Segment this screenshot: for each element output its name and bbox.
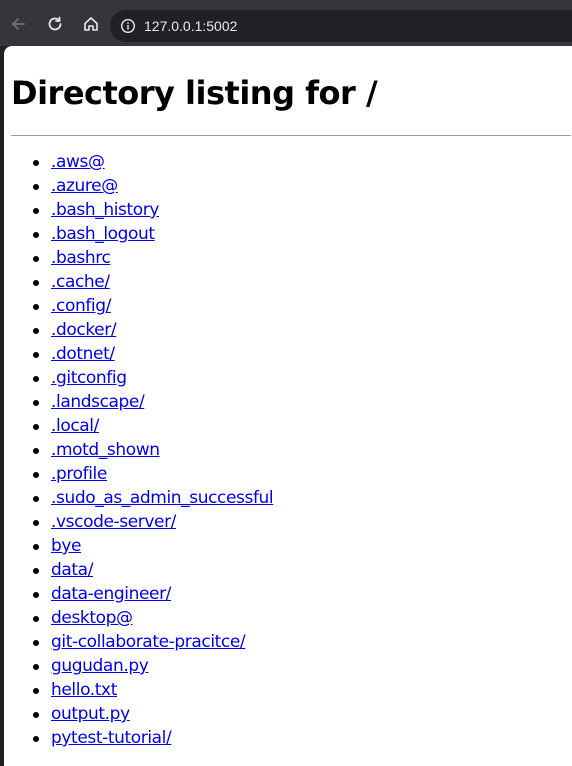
- file-link[interactable]: .motd_shown: [51, 440, 160, 460]
- list-item: .bash_history: [33, 198, 572, 222]
- file-link[interactable]: gugudan.py: [51, 656, 149, 676]
- back-arrow-icon: [12, 18, 25, 30]
- file-link[interactable]: .bashrc: [51, 248, 111, 268]
- file-link[interactable]: git-collaborate-pracitce/: [51, 632, 246, 652]
- list-item: data-engineer/: [33, 582, 572, 606]
- file-link[interactable]: output.py: [51, 704, 130, 724]
- list-item: .gitconfig: [33, 366, 572, 390]
- file-link[interactable]: bye: [51, 536, 82, 556]
- site-info-icon[interactable]: [120, 18, 136, 34]
- file-link[interactable]: pytest-tutorial/: [51, 728, 172, 748]
- list-item: git-collaborate-pracitce/: [33, 630, 572, 654]
- reload-button[interactable]: [42, 11, 68, 37]
- file-link[interactable]: .landscape/: [51, 392, 145, 412]
- list-item: bye: [33, 534, 572, 558]
- list-item: gugudan.py: [33, 654, 572, 678]
- file-link[interactable]: .dotnet/: [51, 344, 115, 364]
- list-item: .bash_logout: [33, 222, 572, 246]
- file-link[interactable]: .config/: [51, 296, 111, 316]
- list-item: .azure@: [33, 174, 572, 198]
- back-button[interactable]: [5, 11, 31, 37]
- list-item: data/: [33, 558, 572, 582]
- file-link[interactable]: .profile: [51, 464, 107, 484]
- list-item: .bashrc: [33, 246, 572, 270]
- list-item: .config/: [33, 294, 572, 318]
- file-link[interactable]: .cache/: [51, 272, 110, 292]
- file-link[interactable]: .bash_history: [51, 200, 159, 220]
- file-link[interactable]: .docker/: [51, 320, 117, 340]
- file-link[interactable]: .local/: [51, 416, 99, 436]
- reload-icon: [48, 16, 62, 31]
- list-item: .sudo_as_admin_successful: [33, 486, 572, 510]
- address-bar[interactable]: 127.0.0.1:5002: [110, 10, 572, 42]
- home-button[interactable]: [78, 11, 104, 37]
- file-link[interactable]: desktop@: [51, 608, 133, 628]
- list-item: .local/: [33, 414, 572, 438]
- list-item: .landscape/: [33, 390, 572, 414]
- file-link[interactable]: .vscode-server/: [51, 512, 176, 532]
- home-icon: [84, 17, 98, 31]
- file-link[interactable]: .aws@: [51, 152, 105, 172]
- directory-list: .aws@ .azure@ .bash_history .bash_logout .ba…: [11, 150, 572, 750]
- list-item: .docker/: [33, 318, 572, 342]
- list-item: .dotnet/: [33, 342, 572, 366]
- list-item: .cache/: [33, 270, 572, 294]
- list-item: .profile: [33, 462, 572, 486]
- list-item: .vscode-server/: [33, 510, 572, 534]
- divider: [11, 135, 571, 136]
- page-content: Directory listing for / .aws@ .azure@ .bas…: [4, 46, 572, 750]
- file-link[interactable]: data-engineer/: [51, 584, 171, 604]
- list-item: .aws@: [33, 150, 572, 174]
- file-link[interactable]: .sudo_as_admin_successful: [51, 488, 274, 508]
- list-item: desktop@: [33, 606, 572, 630]
- file-link[interactable]: .gitconfig: [51, 368, 127, 388]
- page-title: Directory listing for /: [11, 74, 378, 112]
- url-text: 127.0.0.1:5002: [144, 18, 238, 34]
- file-link[interactable]: .azure@: [51, 176, 118, 196]
- list-item: pytest-tutorial/: [33, 726, 572, 750]
- list-item: .motd_shown: [33, 438, 572, 462]
- browser-toolbar: 127.0.0.1:5002: [0, 0, 572, 46]
- page-viewport: Directory listing for / .aws@ .azure@ .bas…: [4, 46, 572, 766]
- list-item: hello.txt: [33, 678, 572, 702]
- file-link[interactable]: data/: [51, 560, 93, 580]
- file-link[interactable]: hello.txt: [51, 680, 117, 700]
- list-item: output.py: [33, 702, 572, 726]
- file-link[interactable]: .bash_logout: [51, 224, 155, 244]
